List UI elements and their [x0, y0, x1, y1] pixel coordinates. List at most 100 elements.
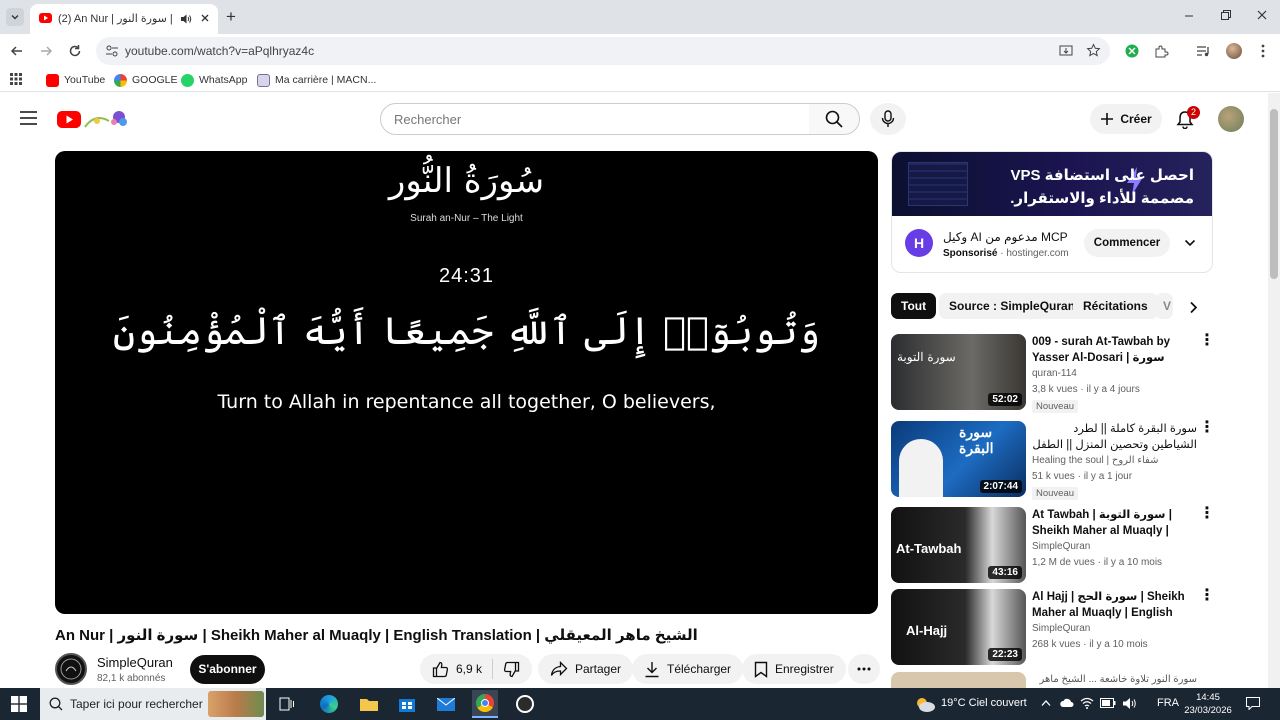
chip-recitations[interactable]: Récitations: [1073, 293, 1158, 319]
browser-menu-icon[interactable]: [1252, 40, 1274, 62]
youtube-logo[interactable]: [57, 107, 133, 131]
install-app-icon[interactable]: [1059, 44, 1073, 58]
channel-avatar[interactable]: [55, 653, 87, 685]
recommended-video[interactable]: Al-Hajj 22:23 Al Hajj | سورة الحج | Shei…: [891, 588, 1215, 667]
video-thumbnail[interactable]: [891, 672, 1026, 688]
browser-tab-strip: (2) An Nur | سورة النور | She +: [0, 0, 1280, 34]
microsoft-store-icon[interactable]: [394, 692, 420, 716]
tray-chevron-up-icon[interactable]: [1041, 699, 1051, 707]
profile-avatar-icon[interactable]: [1223, 40, 1245, 62]
recommended-video[interactable]: سورة النور تلاوة خاشعة ... الشيخ ماهر: [891, 672, 1213, 688]
extension-green-icon[interactable]: [1121, 40, 1143, 62]
windows-start-icon[interactable]: [6, 692, 32, 716]
search-input[interactable]: Rechercher: [380, 103, 810, 135]
volume-icon[interactable]: [1122, 697, 1138, 710]
more-vertical-icon[interactable]: ⋮: [1199, 588, 1215, 604]
video-player[interactable]: سُورَةُ النُّور Surah an-Nur – The Light…: [55, 151, 878, 614]
more-actions-button[interactable]: [848, 654, 880, 684]
download-button[interactable]: Télécharger: [632, 654, 744, 684]
restore-button[interactable]: [1214, 6, 1236, 26]
ad-banner[interactable]: احصل على استضافة VPS مصممة للأداء والاست…: [892, 152, 1212, 216]
bookmark-icon: [754, 661, 768, 678]
hamburger-menu-icon[interactable]: [20, 111, 37, 125]
save-button[interactable]: Enregistrer: [742, 654, 846, 684]
cloud-sync-icon[interactable]: [1060, 698, 1074, 708]
site-info-icon[interactable]: [105, 44, 119, 58]
file-explorer-icon[interactable]: [356, 692, 382, 716]
browser-tab-active[interactable]: (2) An Nur | سورة النور | She: [30, 4, 218, 34]
like-button[interactable]: 6,9 k: [420, 659, 494, 679]
search-button[interactable]: [809, 103, 860, 135]
bookmark-whatsapp[interactable]: WhatsApp: [181, 72, 247, 88]
extensions-puzzle-icon[interactable]: [1150, 40, 1172, 62]
scrollbar-thumb[interactable]: [1270, 109, 1278, 279]
video-channel[interactable]: SimpleQuran: [1032, 623, 1090, 634]
video-title: سورة النور تلاوة خاشعة ... الشيخ ماهر: [1039, 674, 1197, 685]
chrome-taskbar-icon[interactable]: [472, 690, 498, 718]
verse-arabic: وَتُوبُوٓا۟ إِلَى ٱللَّهِ جَمِيعًا أَيُّ…: [112, 309, 821, 353]
video-thumbnail[interactable]: سورة التوبة 52:02: [891, 334, 1026, 410]
close-window-button[interactable]: [1251, 6, 1273, 26]
video-thumbnail[interactable]: سورة البقرة 2:07:44: [891, 421, 1026, 497]
audio-playing-icon[interactable]: [180, 13, 192, 25]
chip-partial[interactable]: V: [1155, 293, 1173, 319]
bookmark-career[interactable]: Ma carrière | MACN...: [257, 72, 376, 88]
chevron-right-icon[interactable]: [1182, 297, 1204, 317]
task-view-icon[interactable]: [274, 692, 300, 716]
chevron-down-icon[interactable]: [1184, 238, 1196, 248]
sponsored-ad-card[interactable]: احصل على استضافة VPS مصممة للأداء والاست…: [891, 151, 1213, 273]
video-channel[interactable]: quran-114: [1032, 368, 1077, 379]
more-vertical-icon[interactable]: ⋮: [1199, 506, 1215, 522]
bookmarks-bar: YouTube GOOGLE WhatsApp Ma carrière | MA…: [0, 68, 1280, 92]
taskbar-search-box[interactable]: Taper ici pour rechercher: [40, 688, 266, 720]
video-meta: 3,8 k vues · il y a 4 jours: [1032, 384, 1140, 395]
recommended-video[interactable]: At-Tawbah 43:16 At Tawbah | سورة التوبة …: [891, 506, 1215, 585]
ad-cta-button[interactable]: Commencer: [1084, 229, 1170, 257]
minimize-button[interactable]: [1178, 6, 1200, 26]
video-channel[interactable]: Healing the soul | شفاء الروح: [1032, 455, 1158, 466]
more-horizontal-icon: [857, 667, 871, 671]
video-thumbnail[interactable]: At-Tawbah 43:16: [891, 507, 1026, 583]
mail-icon[interactable]: [433, 692, 459, 716]
recommended-video[interactable]: سورة البقرة 2:07:44 سورة البقرة كاملة ||…: [891, 420, 1215, 500]
vpn-app-icon[interactable]: [512, 692, 538, 716]
weather-icon[interactable]: [914, 695, 936, 713]
reload-button[interactable]: [64, 40, 86, 62]
bookmark-youtube[interactable]: YouTube: [46, 72, 105, 88]
tab-close-icon[interactable]: [199, 12, 211, 24]
ad-banner-headline: احصل على استضافة VPS: [1010, 167, 1194, 184]
apps-grid-icon[interactable]: [10, 73, 22, 85]
edge-browser-icon[interactable]: [316, 692, 342, 716]
download-icon: [645, 661, 659, 677]
voice-search-button[interactable]: [870, 103, 906, 135]
wifi-icon[interactable]: [1080, 697, 1094, 709]
share-button[interactable]: Partager: [538, 654, 634, 684]
more-vertical-icon[interactable]: ⋮: [1199, 333, 1215, 349]
bookmark-google[interactable]: GOOGLE: [114, 72, 178, 88]
language-indicator[interactable]: FRA: [1157, 697, 1179, 709]
more-vertical-icon[interactable]: ⋮: [1199, 420, 1215, 436]
page-scrollbar[interactable]: [1268, 93, 1280, 688]
chip-source[interactable]: Source : SimpleQuran: [939, 293, 1086, 319]
weather-text[interactable]: 19°C Ciel couvert: [941, 697, 1027, 709]
clock[interactable]: 14:45 23/03/2026: [1184, 691, 1232, 717]
video-thumbnail[interactable]: Al-Hajj 22:23: [891, 589, 1026, 665]
dislike-button[interactable]: [493, 661, 532, 678]
chip-all[interactable]: Tout: [891, 293, 937, 319]
tab-list-dropdown-icon[interactable]: [6, 8, 24, 26]
new-tab-button[interactable]: +: [226, 7, 236, 27]
forward-button[interactable]: [35, 40, 57, 62]
recommended-video[interactable]: سورة التوبة 52:02 009 - surah At-Tawbah …: [891, 333, 1215, 413]
notification-center-icon[interactable]: [1246, 697, 1260, 710]
battery-icon[interactable]: [1100, 698, 1116, 708]
video-channel[interactable]: SimpleQuran: [1032, 541, 1090, 552]
subscribe-button[interactable]: S'abonner: [190, 655, 265, 684]
bookmark-star-icon[interactable]: [1086, 43, 1101, 58]
account-avatar[interactable]: [1218, 106, 1244, 132]
media-controls-icon[interactable]: [1192, 40, 1214, 62]
channel-name[interactable]: SimpleQuran: [97, 655, 173, 670]
create-button[interactable]: Créer: [1090, 104, 1162, 134]
back-button[interactable]: [6, 40, 28, 62]
thumbnail-caption: سورة التوبة: [897, 350, 956, 364]
address-bar[interactable]: youtube.com/watch?v=aPqlhryaz4c: [96, 37, 1110, 65]
